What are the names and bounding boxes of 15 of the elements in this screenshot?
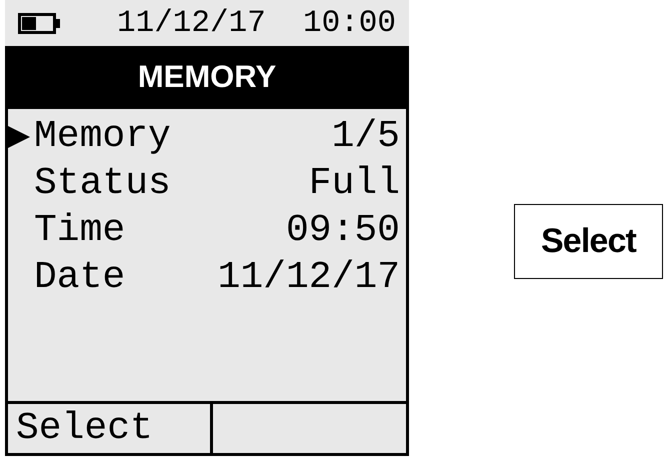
menu-value: 11/12/17	[218, 258, 400, 296]
menu-value: Full	[308, 164, 400, 202]
status-time: 10:00	[302, 8, 396, 38]
soft-key[interactable]: Select	[8, 404, 210, 453]
select-button[interactable]: Select	[514, 204, 663, 279]
menu-value: 09:50	[286, 212, 400, 250]
menu-label[interactable]: Memory	[34, 118, 171, 156]
menu-label[interactable]: Status	[34, 164, 171, 202]
battery-icon	[18, 12, 61, 34]
screen-title: MEMORY	[8, 49, 406, 106]
menu-label[interactable]: Time	[34, 212, 126, 250]
menu-label[interactable]: Date	[34, 258, 126, 296]
status-date: 11/12/17	[117, 8, 266, 38]
menu-value: 1/5	[332, 118, 400, 156]
pointer-icon	[8, 126, 30, 148]
